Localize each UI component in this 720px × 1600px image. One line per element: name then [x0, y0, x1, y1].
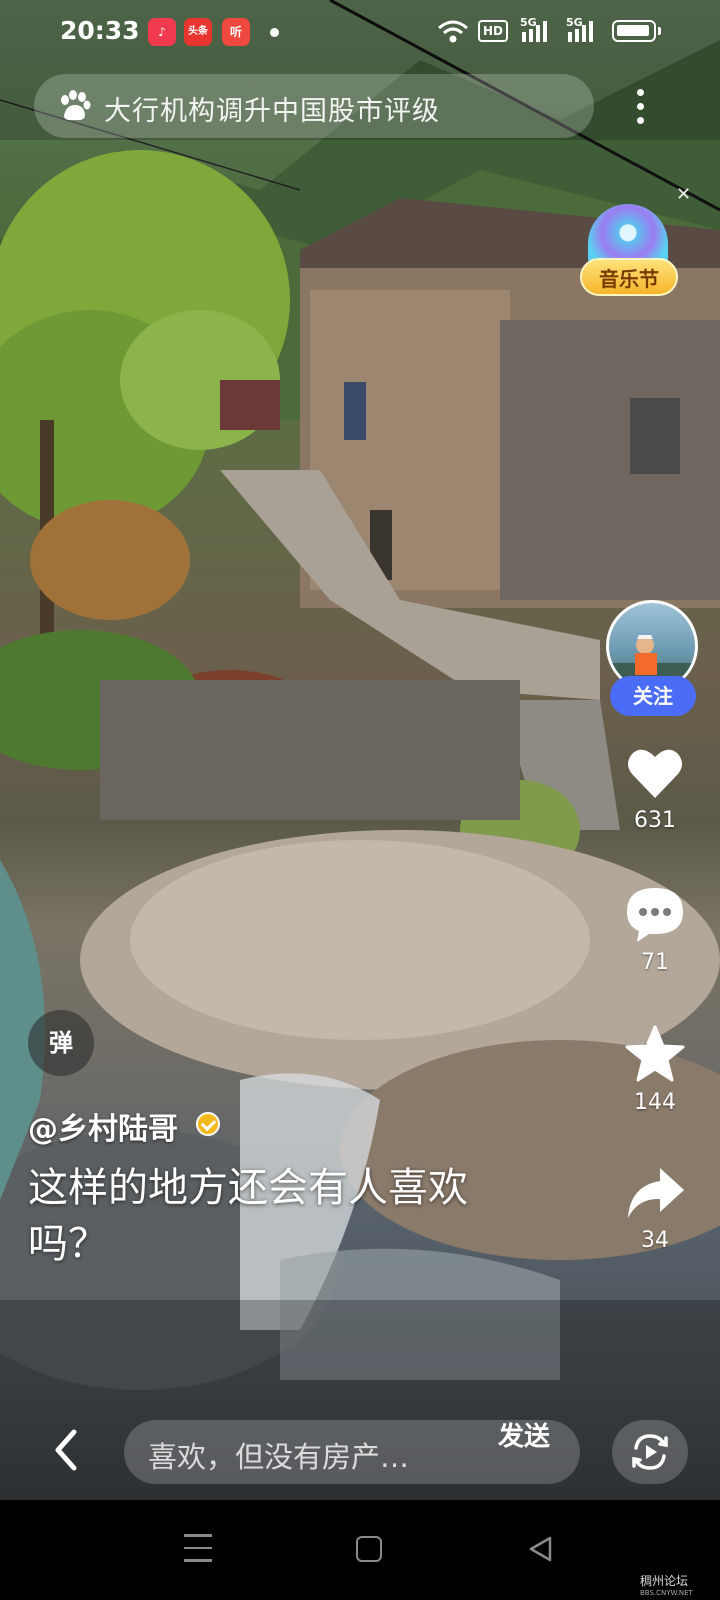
- heart-icon: [628, 749, 682, 798]
- status-bar: 20:33 ♪ 头条 听 HD 5G 5G: [0, 0, 720, 64]
- comment-placeholder: 喜欢，但没有房产…: [148, 1440, 410, 1474]
- favorite-count: 144: [634, 1090, 676, 1115]
- like-count: 631: [634, 808, 676, 833]
- signal-5g-icon: 5G: [564, 16, 604, 46]
- search-suggestion-text: 大行机构调升中国股市评级: [104, 96, 440, 127]
- favorite-button[interactable]: 144: [612, 1024, 698, 1115]
- notification-dot: [270, 28, 279, 37]
- author-name[interactable]: @乡村陆哥: [28, 1104, 178, 1148]
- back-triangle-icon[interactable]: [526, 1534, 556, 1564]
- baidu-paw-icon: [61, 90, 91, 121]
- music-app-icon: ♪: [148, 18, 176, 46]
- more-options-button[interactable]: [628, 86, 652, 130]
- listen-app-icon: 听: [222, 18, 250, 46]
- share-button[interactable]: 34: [612, 1164, 698, 1253]
- system-navigation-bar: [0, 1500, 720, 1600]
- recent-apps-button[interactable]: [184, 1534, 212, 1564]
- replay-button[interactable]: [612, 1420, 688, 1484]
- comment-bar: 喜欢，但没有房产… 发送: [0, 1400, 720, 1500]
- danmaku-toggle-button[interactable]: 弹: [28, 1010, 94, 1076]
- danmaku-label: 弹: [49, 1029, 73, 1057]
- video-description[interactable]: 这样的地方还会有人喜欢吗？: [28, 1160, 528, 1272]
- send-button[interactable]: 发送: [498, 1416, 550, 1453]
- wifi-icon: [438, 20, 468, 43]
- signal-5g-icon: 5G: [518, 16, 558, 46]
- like-button[interactable]: 631: [612, 744, 698, 833]
- hd-voice-icon: HD: [478, 20, 508, 42]
- back-chevron-icon[interactable]: [48, 1426, 84, 1474]
- signal-label: 5G: [520, 16, 537, 29]
- watermark-url: BBS.CNYW.NET: [640, 1589, 693, 1597]
- battery-icon: [612, 20, 661, 42]
- home-button[interactable]: [356, 1536, 382, 1562]
- forum-watermark: 稠州论坛 BBS.CNYW.NET: [640, 1572, 693, 1597]
- replay-icon: [632, 1434, 668, 1470]
- watermark-title: 稠州论坛: [640, 1574, 689, 1588]
- share-count: 34: [641, 1228, 669, 1253]
- star-icon: [625, 1025, 685, 1082]
- comment-bubble-icon: [627, 888, 683, 942]
- music-festival-label[interactable]: 音乐节: [580, 258, 678, 296]
- share-arrow-icon: [628, 1168, 684, 1218]
- search-bar[interactable]: 大行机构调升中国股市评级: [34, 74, 594, 138]
- verified-badge-icon: [196, 1112, 220, 1136]
- follow-button[interactable]: 关注: [610, 676, 696, 716]
- clock: 20:33: [60, 16, 140, 45]
- comment-button[interactable]: 71: [612, 884, 698, 975]
- comment-count: 71: [641, 950, 669, 975]
- toutiao-app-icon: 头条: [184, 18, 212, 46]
- signal-label: 5G: [566, 16, 583, 29]
